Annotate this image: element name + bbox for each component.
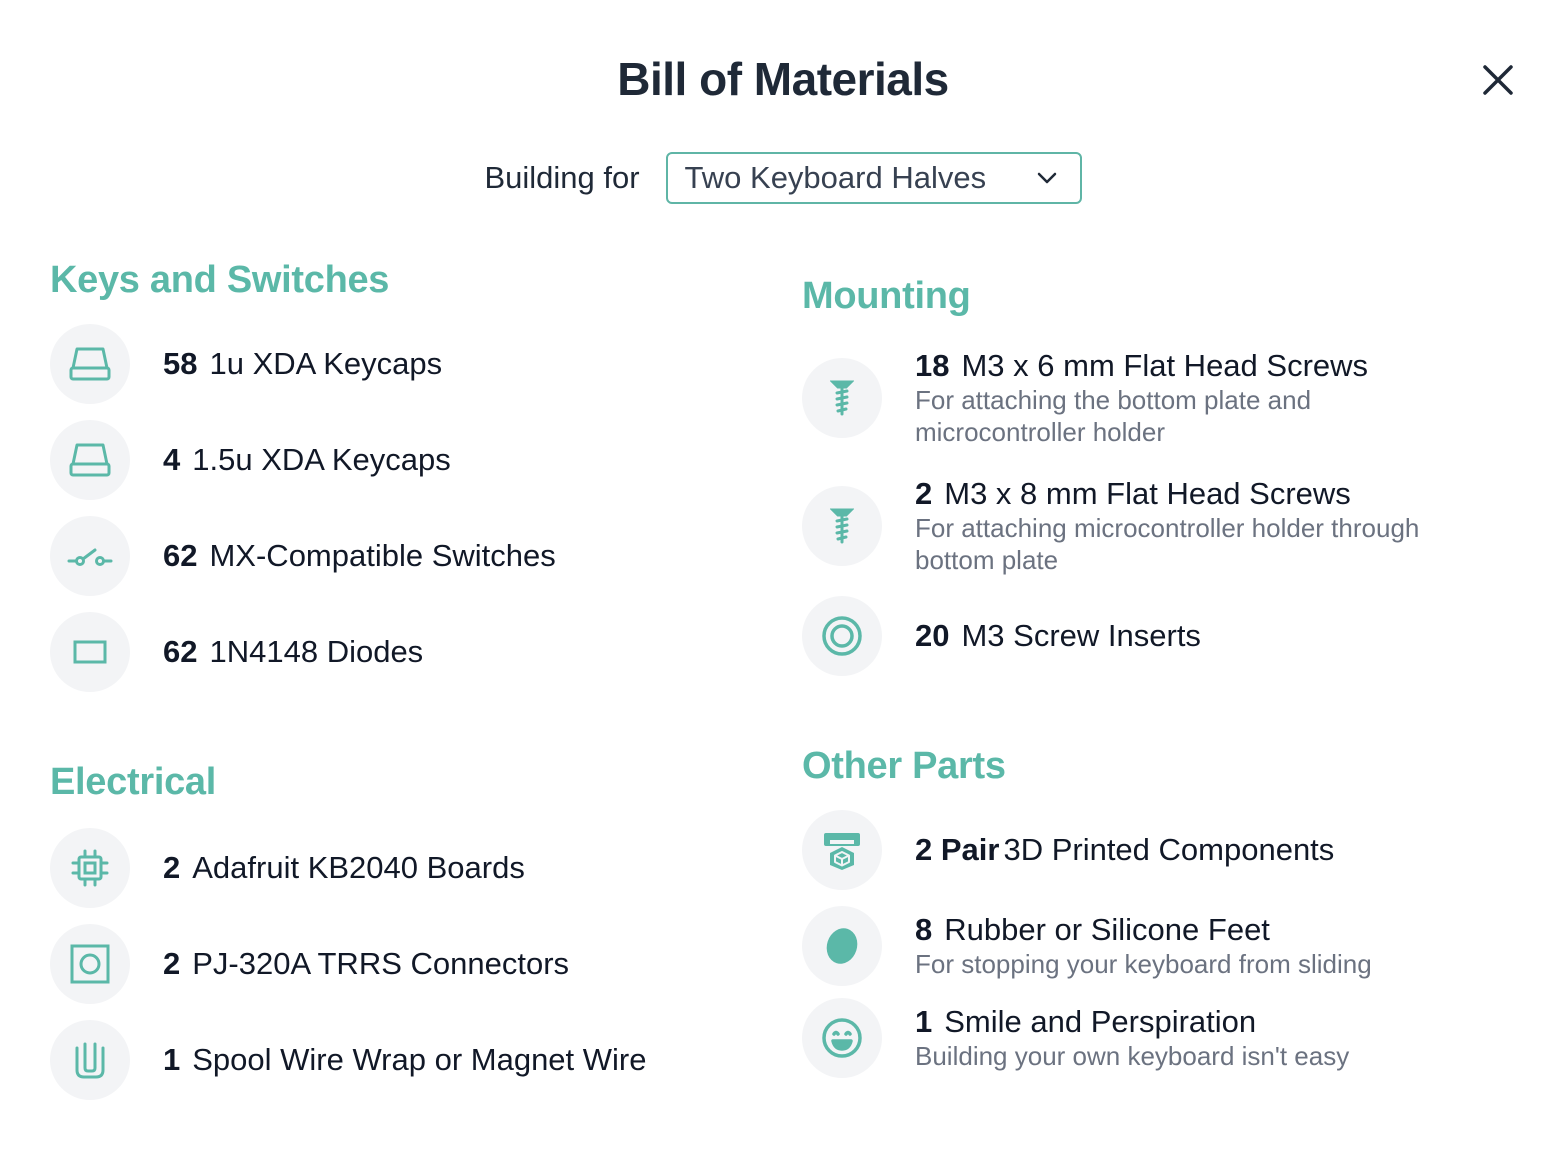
section-title-mounting: Mounting [802, 275, 971, 317]
list-item: 8 Rubber or Silicone Feet For stopping yo… [802, 906, 1522, 986]
keycap-icon [50, 420, 130, 500]
list-item: 58 1u XDA Keycaps [50, 324, 770, 404]
item-qty: 2 [915, 476, 933, 511]
item-qty: 4 [163, 442, 181, 477]
section-title-electrical: Electrical [50, 761, 216, 803]
chevron-down-icon [1037, 172, 1056, 184]
item-name: 1N4148 Diodes [209, 634, 424, 669]
item-name: 1u XDA Keycaps [209, 346, 443, 381]
item-qty: 62 [163, 634, 198, 669]
item-qty: 18 [915, 348, 950, 383]
switch-icon [50, 516, 130, 596]
list-item: 62 MX-Compatible Switches [50, 516, 770, 596]
insert-icon [802, 596, 882, 676]
list-item: 2 M3 x 8 mm Flat Head Screws For attachin… [802, 476, 1522, 576]
connector-icon [50, 924, 130, 1004]
item-name: MX-Compatible Switches [209, 538, 556, 573]
item-name: Rubber or Silicone Feet [944, 912, 1270, 947]
smile-icon [802, 998, 882, 1078]
item-name: M3 x 8 mm Flat Head Screws [944, 476, 1351, 511]
list-item: 4 1.5u XDA Keycaps [50, 420, 770, 500]
item-qty: 2 [163, 850, 181, 885]
list-item: 2 Adafruit KB2040 Boards [50, 828, 770, 908]
item-name: M3 x 6 mm Flat Head Screws [961, 348, 1369, 383]
list-item: 18 M3 x 6 mm Flat Head Screws For attachi… [802, 348, 1522, 448]
page-title: Bill of Materials [617, 53, 949, 105]
right-column: Mounting 18 M3 x 6 mm Flat Head Screws Fo… [802, 270, 1522, 1078]
item-name: PJ-320A TRRS Connectors [192, 946, 570, 981]
item-description: For attaching microcontroller holder thr… [915, 513, 1420, 543]
printer-icon [802, 810, 882, 890]
item-qty: 20 [915, 618, 950, 653]
list-item: 1 Spool Wire Wrap or Magnet Wire [50, 1020, 770, 1100]
close-icon [1483, 65, 1513, 95]
building-for-select[interactable]: Two Keyboard Halves [665, 152, 1082, 204]
diode-icon [50, 612, 130, 692]
item-qty: 1 [915, 1004, 933, 1039]
item-description: bottom plate [915, 545, 1059, 575]
list-item: 1 Smile and Perspiration Building your ow… [802, 998, 1522, 1078]
item-qty: 2 Pair [915, 832, 1000, 867]
building-for-label: Building for [484, 160, 640, 195]
item-qty: 58 [163, 346, 198, 381]
section-title-keys: Keys and Switches [50, 259, 390, 301]
list-item: 20 M3 Screw Inserts [802, 596, 1522, 676]
item-qty: 1 [163, 1042, 181, 1077]
list-item: 2 Pair 3D Printed Components [802, 810, 1522, 890]
item-description: For attaching the bottom plate and [915, 385, 1312, 415]
chip-icon [50, 828, 130, 908]
close-button[interactable] [1476, 58, 1520, 102]
item-qty: 2 [163, 946, 181, 981]
screw-icon [802, 486, 882, 566]
wire-icon [50, 1020, 130, 1100]
list-item: 62 1N4148 Diodes [50, 612, 770, 692]
item-name: M3 Screw Inserts [961, 618, 1201, 653]
item-name: 1.5u XDA Keycaps [192, 442, 451, 477]
foot-icon [802, 906, 882, 986]
item-description: For stopping your keyboard from sliding [915, 949, 1372, 979]
item-description: Building your own keyboard isn't easy [915, 1041, 1350, 1071]
building-for-value: Two Keyboard Halves [684, 160, 987, 195]
keycap-icon [50, 324, 130, 404]
item-name: Smile and Perspiration [944, 1004, 1257, 1039]
item-name: 3D Printed Components [1003, 832, 1335, 867]
item-name: Spool Wire Wrap or Magnet Wire [192, 1042, 647, 1077]
item-qty: 62 [163, 538, 198, 573]
item-name: Adafruit KB2040 Boards [192, 850, 525, 885]
item-description: microcontroller holder [915, 417, 1165, 447]
screw-icon [802, 358, 882, 438]
section-title-other: Other Parts [802, 745, 1006, 787]
left-column: Keys and Switches 58 1u XDA Keycaps 4 1.5u… [50, 254, 770, 1100]
item-qty: 8 [915, 912, 933, 947]
building-for-row: Building for Two Keyboard Halves [0, 152, 1566, 204]
list-item: 2 PJ-320A TRRS Connectors [50, 924, 770, 1004]
